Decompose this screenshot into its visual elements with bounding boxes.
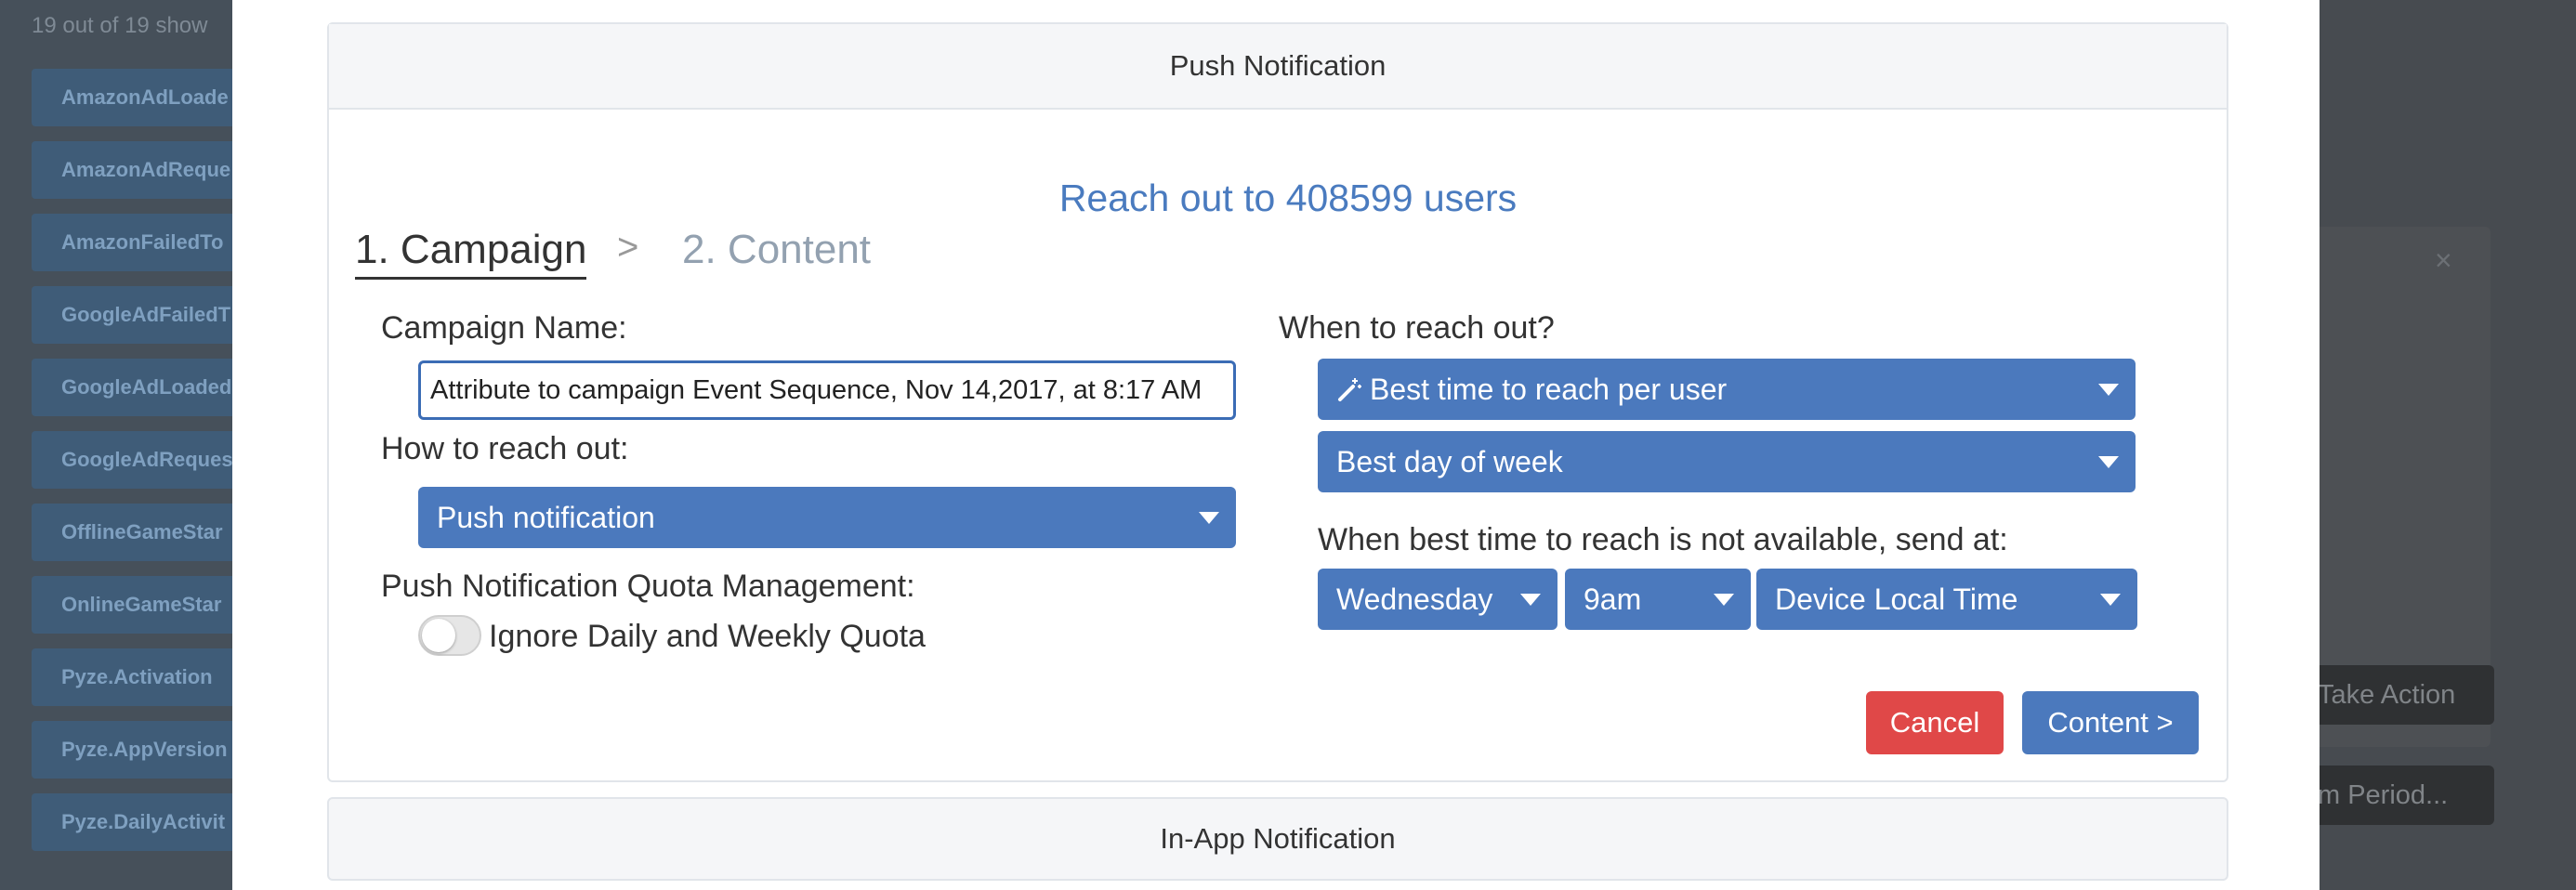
caret-down-icon — [2098, 456, 2119, 468]
caret-down-icon — [2098, 384, 2119, 396]
event-list-item[interactable]: GoogleAdLoaded — [32, 359, 255, 416]
event-list-item[interactable]: GoogleAdReques — [32, 431, 255, 489]
event-list-item[interactable]: Pyze.AppVersion — [32, 721, 255, 779]
when-to-reach-label: When to reach out? — [1279, 310, 1555, 346]
take-action-button[interactable]: Take Action — [2305, 665, 2494, 725]
best-day-value: Best day of week — [1336, 445, 1563, 478]
how-to-reach-label: How to reach out: — [381, 431, 629, 466]
event-list-item[interactable]: AmazonFailedTo — [32, 214, 255, 271]
caret-down-icon — [1714, 594, 1734, 606]
event-list-item[interactable]: Pyze.Activation — [32, 648, 255, 706]
fallback-time-select[interactable]: 9am — [1565, 569, 1751, 630]
event-list-item[interactable]: Pyze.DailyActivit — [32, 793, 255, 851]
event-list-item[interactable]: GoogleAdFailedT — [32, 286, 255, 344]
caret-down-icon — [2100, 594, 2121, 606]
campaign-name-input[interactable] — [418, 360, 1236, 420]
cancel-button[interactable]: Cancel — [1866, 691, 2004, 754]
fallback-day-select[interactable]: Wednesday — [1318, 569, 1557, 630]
campaign-name-label: Campaign Name: — [381, 310, 627, 346]
fallback-time-label: When best time to reach is not available… — [1318, 522, 2008, 557]
fallback-zone-value: Device Local Time — [1775, 582, 2018, 616]
push-notification-header[interactable]: Push Notification — [329, 24, 2227, 110]
quota-management-label: Push Notification Quota Management: — [381, 569, 915, 604]
caret-down-icon — [1520, 594, 1541, 606]
caret-down-icon — [1199, 512, 1219, 524]
best-time-value: Best time to reach per user — [1370, 373, 1728, 406]
event-count-text: 19 out of 19 show — [32, 13, 208, 38]
fallback-day-value: Wednesday — [1336, 582, 1493, 616]
tab-campaign[interactable]: 1. Campaign — [355, 227, 587, 280]
reach-method-select[interactable]: Push notification — [418, 487, 1236, 548]
event-list-item[interactable]: AmazonAdLoade — [32, 69, 255, 126]
close-icon[interactable]: × — [2435, 243, 2452, 278]
event-list-item[interactable]: OnlineGameStar — [32, 576, 255, 634]
ignore-quota-label: Ignore Daily and Weekly Quota — [489, 619, 926, 654]
reach-count-text: Reach out to 408599 users — [1058, 177, 1518, 219]
fallback-time-value: 9am — [1584, 582, 1642, 616]
content-next-button[interactable]: Content > — [2022, 691, 2199, 754]
magic-wand-icon — [1338, 378, 1361, 401]
event-list-item[interactable]: OfflineGameStar — [32, 504, 255, 561]
reach-method-value: Push notification — [437, 501, 655, 534]
period-button[interactable]: m Period... — [2305, 766, 2494, 825]
tab-content[interactable]: 2. Content — [682, 227, 871, 273]
best-time-select[interactable]: Best time to reach per user — [1318, 359, 2136, 420]
step-separator: > — [617, 227, 639, 268]
best-day-select[interactable]: Best day of week — [1318, 431, 2136, 492]
in-app-notification-header[interactable]: In-App Notification — [327, 797, 2228, 881]
fallback-zone-select[interactable]: Device Local Time — [1756, 569, 2137, 630]
toggle-knob — [422, 619, 455, 652]
ignore-quota-toggle[interactable] — [418, 615, 481, 656]
